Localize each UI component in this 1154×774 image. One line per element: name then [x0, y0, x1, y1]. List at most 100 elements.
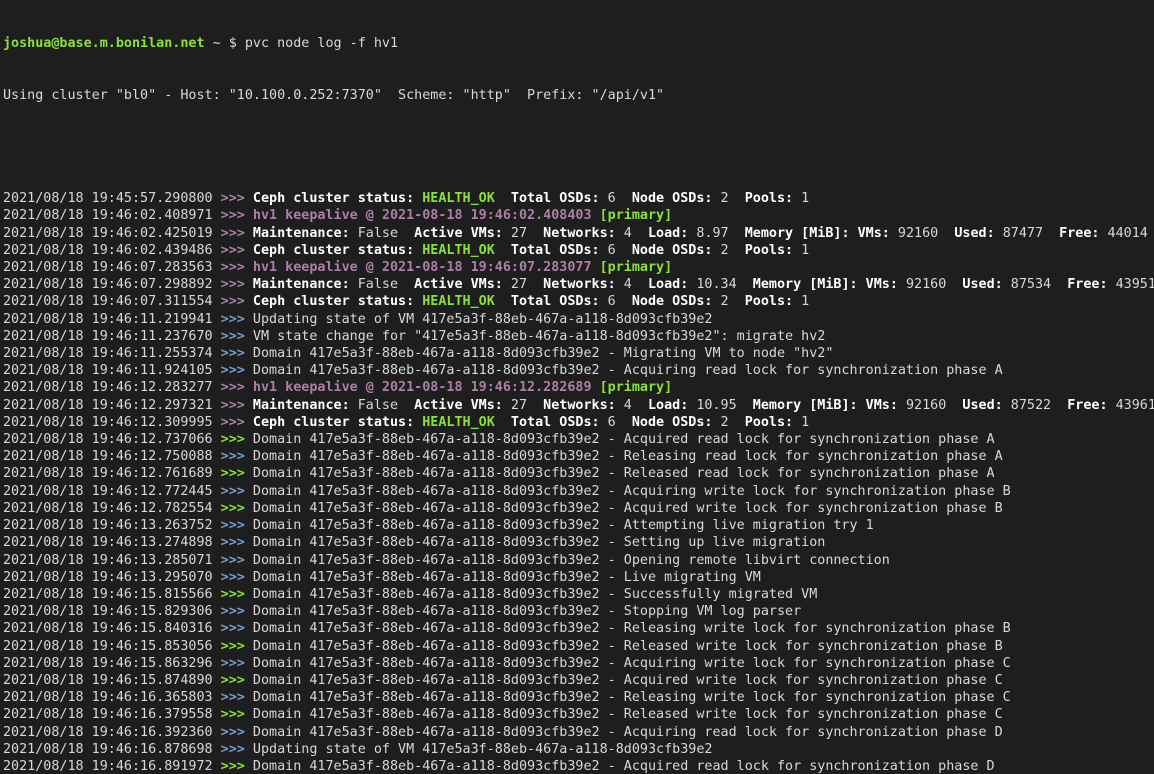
- log-segment: Domain 417e5a3f-88eb-467a-a118-8d093cfb3…: [253, 604, 801, 619]
- log-segment: Maintenance:: [253, 398, 358, 413]
- log-segment: Ceph cluster status:: [253, 243, 422, 258]
- log-timestamp: 2021/08/18 19:46:07.298892: [3, 277, 221, 292]
- log-marker: >>>: [221, 294, 253, 309]
- log-segment: Domain 417e5a3f-88eb-467a-a118-8d093cfb3…: [253, 707, 1003, 722]
- log-segment: hv1 keepalive @ 2021-08-18 19:46:12.2826…: [253, 380, 600, 395]
- log-segment: Domain 417e5a3f-88eb-467a-a118-8d093cfb3…: [253, 518, 874, 533]
- prompt-separator: [205, 36, 213, 51]
- log-segment: 87477: [1003, 226, 1059, 241]
- log-line: 2021/08/18 19:46:16.878698 >>> Updating …: [3, 741, 1154, 758]
- log-segment: Domain 417e5a3f-88eb-467a-a118-8d093cfb3…: [253, 501, 1003, 516]
- log-segment: Total OSDs:: [511, 243, 608, 258]
- log-timestamp: 2021/08/18 19:46:02.439486: [3, 243, 221, 258]
- log-segment: Domain 417e5a3f-88eb-467a-a118-8d093cfb3…: [253, 363, 1003, 378]
- log-line: 2021/08/18 19:46:12.737066 >>> Domain 41…: [3, 431, 1154, 448]
- prompt-dollar: $: [229, 36, 237, 51]
- log-marker: >>>: [221, 656, 253, 671]
- log-segment: [primary]: [600, 380, 673, 395]
- log-line: 2021/08/18 19:46:15.863296 >>> Domain 41…: [3, 655, 1154, 672]
- log-segment: 92160: [906, 277, 962, 292]
- log-timestamp: 2021/08/18 19:46:02.408971: [3, 208, 221, 223]
- log-timestamp: 2021/08/18 19:46:15.853056: [3, 639, 221, 654]
- log-segment: 4: [624, 277, 648, 292]
- log-marker: >>>: [221, 587, 253, 602]
- log-marker: >>>: [221, 690, 253, 705]
- log-segment: Ceph cluster status:: [253, 415, 422, 430]
- log-marker: >>>: [221, 604, 253, 619]
- log-timestamp: 2021/08/18 19:46:13.285071: [3, 553, 221, 568]
- log-marker: >>>: [221, 277, 253, 292]
- log-segment: [495, 294, 511, 309]
- log-segment: Maintenance:: [253, 277, 358, 292]
- log-segment: Active VMs:: [414, 277, 511, 292]
- log-segment: Node OSDs:: [632, 243, 721, 258]
- log-timestamp: 2021/08/18 19:46:11.924105: [3, 363, 221, 378]
- log-segment: Domain 417e5a3f-88eb-467a-a118-8d093cfb3…: [253, 690, 1011, 705]
- log-marker: >>>: [221, 329, 253, 344]
- prompt-separator: [221, 36, 229, 51]
- log-segment: 1: [801, 415, 809, 430]
- log-marker: >>>: [221, 449, 253, 464]
- log-marker: >>>: [221, 484, 253, 499]
- log-segment: Ceph cluster status:: [253, 294, 422, 309]
- log-segment: 92160: [906, 398, 962, 413]
- log-segment: 87522: [1011, 398, 1067, 413]
- log-segment: Domain 417e5a3f-88eb-467a-a118-8d093cfb3…: [253, 587, 817, 602]
- log-timestamp: 2021/08/18 19:46:16.392360: [3, 725, 221, 740]
- log-marker: >>>: [221, 226, 253, 241]
- log-timestamp: 2021/08/18 19:46:12.297321: [3, 398, 221, 413]
- log-segment: Load:: [648, 398, 696, 413]
- log-timestamp: 2021/08/18 19:46:11.219941: [3, 312, 221, 327]
- log-line: 2021/08/18 19:46:12.283277 >>> hv1 keepa…: [3, 379, 1154, 396]
- log-line: 2021/08/18 19:46:11.255374 >>> Domain 41…: [3, 345, 1154, 362]
- log-line: 2021/08/18 19:46:07.283563 >>> hv1 keepa…: [3, 259, 1154, 276]
- log-segment: [495, 415, 511, 430]
- log-segment: False: [358, 398, 414, 413]
- log-segment: Domain 417e5a3f-88eb-467a-a118-8d093cfb3…: [253, 535, 825, 550]
- log-segment: Total OSDs:: [511, 415, 608, 430]
- connection-info-line: Using cluster "bl0" - Host: "10.100.0.25…: [3, 87, 1154, 104]
- log-segment: Total OSDs:: [511, 294, 608, 309]
- log-timestamp: 2021/08/18 19:46:16.365803: [3, 690, 221, 705]
- log-segment: 2: [721, 191, 745, 206]
- log-segment: [495, 243, 511, 258]
- log-marker: >>>: [221, 570, 253, 585]
- log-segment: Memory [MiB]: VMs:: [753, 277, 906, 292]
- log-marker: >>>: [221, 553, 253, 568]
- log-timestamp: 2021/08/18 19:46:13.263752: [3, 518, 221, 533]
- terminal-window: joshua@base.m.bonilan.net ~ $ pvc node l…: [0, 0, 1154, 774]
- log-segment: 2: [721, 294, 745, 309]
- log-marker: >>>: [221, 346, 253, 361]
- log-segment: [495, 191, 511, 206]
- log-timestamp: 2021/08/18 19:46:13.295070: [3, 570, 221, 585]
- log-segment: Domain 417e5a3f-88eb-467a-a118-8d093cfb3…: [253, 553, 890, 568]
- log-segment: 43961: [1116, 398, 1154, 413]
- log-line: 2021/08/18 19:46:16.891972 >>> Domain 41…: [3, 758, 1154, 774]
- log-segment: Used:: [962, 398, 1010, 413]
- log-marker: >>>: [221, 208, 253, 223]
- log-line: 2021/08/18 19:46:13.295070 >>> Domain 41…: [3, 569, 1154, 586]
- log-segment: Ceph cluster status:: [253, 191, 422, 206]
- log-segment: 1: [801, 191, 809, 206]
- shell-prompt-line: joshua@base.m.bonilan.net ~ $ pvc node l…: [3, 35, 1154, 52]
- log-segment: Active VMs:: [414, 226, 511, 241]
- log-timestamp: 2021/08/18 19:46:02.425019: [3, 226, 221, 241]
- log-segment: 10.34: [696, 277, 752, 292]
- log-segment: Used:: [954, 226, 1002, 241]
- log-line: 2021/08/18 19:46:12.761689 >>> Domain 41…: [3, 465, 1154, 482]
- log-marker: >>>: [221, 432, 253, 447]
- log-segment: Networks:: [543, 398, 624, 413]
- log-segment: Updating state of VM 417e5a3f-88eb-467a-…: [253, 742, 713, 757]
- log-segment: 44014: [1108, 226, 1148, 241]
- log-segment: Active VMs:: [414, 398, 511, 413]
- log-segment: 1: [801, 294, 809, 309]
- log-line: 2021/08/18 19:46:02.425019 >>> Maintenan…: [3, 225, 1154, 242]
- log-timestamp: 2021/08/18 19:46:15.874890: [3, 673, 221, 688]
- log-line: 2021/08/18 19:46:12.297321 >>> Maintenan…: [3, 397, 1154, 414]
- log-segment: Load:: [648, 226, 696, 241]
- log-timestamp: 2021/08/18 19:46:15.815566: [3, 587, 221, 602]
- log-timestamp: 2021/08/18 19:46:12.737066: [3, 432, 221, 447]
- log-line: 2021/08/18 19:46:12.750088 >>> Domain 41…: [3, 448, 1154, 465]
- log-segment: 4: [624, 226, 648, 241]
- log-marker: >>>: [221, 759, 253, 774]
